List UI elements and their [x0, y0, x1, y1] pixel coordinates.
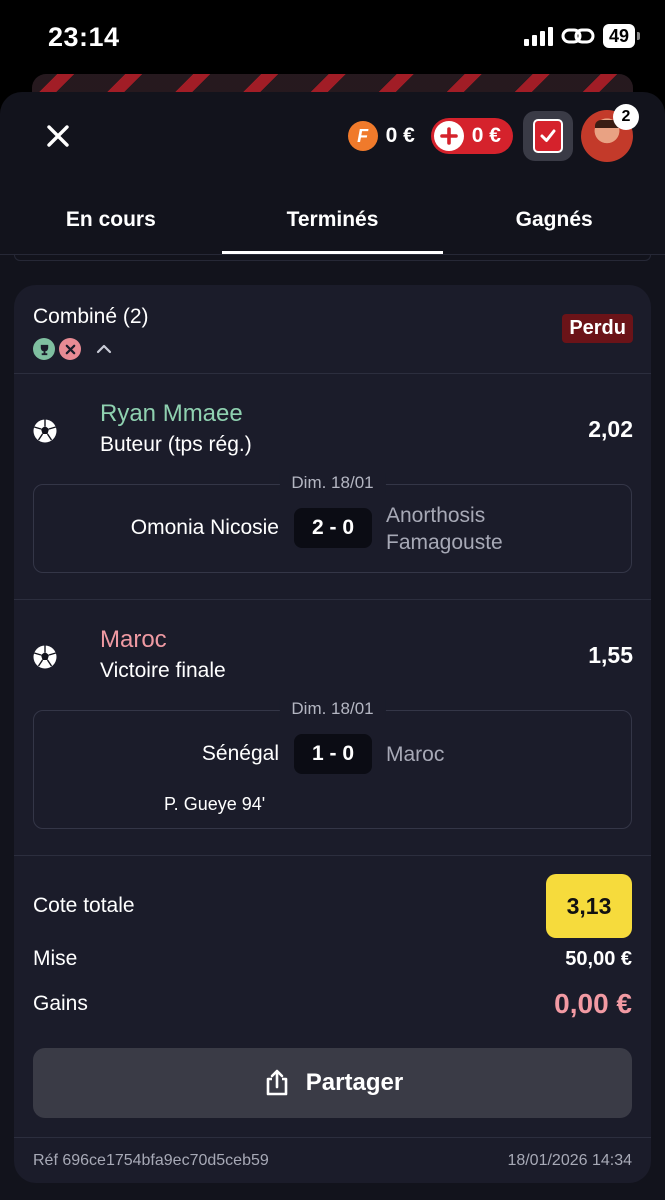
bet-card[interactable]: Combiné (2) Perdu Ryan Mmaee Buteur (tps…	[14, 285, 651, 1183]
stake-label: Mise	[33, 947, 78, 970]
selection-odds: 1,55	[588, 642, 633, 668]
selection-odds: 2,02	[588, 416, 633, 442]
goal-scorer: P. Gueye 94'	[164, 794, 266, 814]
gains-label: Gains	[33, 992, 88, 1015]
battery-icon: 49	[602, 24, 641, 48]
status-time: 23:14	[48, 22, 120, 52]
trophy-icon	[33, 338, 55, 360]
share-icon	[266, 1069, 288, 1096]
deposit-button[interactable]: 0 €	[430, 118, 513, 154]
gains-row: Gains 0,00 €	[33, 988, 632, 1020]
share-button[interactable]: Partager	[33, 1048, 632, 1118]
total-odds-value: 3,13	[546, 874, 632, 938]
status-badge: Perdu	[562, 314, 633, 343]
football-icon	[33, 419, 57, 443]
tab-en-cours[interactable]: En cours	[0, 190, 222, 254]
bets-check-icon	[533, 119, 563, 153]
match-date: Dim. 18/01	[279, 699, 386, 719]
f-coin-icon: F	[347, 121, 378, 151]
bet-card-footer: Réf 696ce1754bfa9ec70d5ceb59 18/01/2026 …	[14, 1137, 651, 1183]
plus-icon	[433, 121, 464, 151]
selection-item: Ryan Mmaee Buteur (tps rég.) 2,02 Dim. 1…	[14, 374, 651, 600]
status-bar: 23:14 49	[0, 0, 665, 76]
bet-card-header[interactable]: Combiné (2) Perdu	[14, 285, 651, 374]
selection-market: Victoire finale	[100, 659, 226, 682]
header-actions: F 0 € 0 € 2	[347, 104, 639, 162]
away-team: Maroc	[386, 743, 445, 766]
profile-button[interactable]: 2	[581, 104, 639, 162]
signal-icon	[523, 26, 553, 46]
gains-value: 0,00 €	[554, 988, 632, 1019]
home-team: Sénégal	[201, 742, 279, 765]
link-icon	[561, 28, 595, 44]
stake-value: 50,00 €	[565, 947, 632, 970]
wallet-balance[interactable]: 0 €	[386, 124, 415, 148]
chevron-up-icon[interactable]	[95, 340, 113, 358]
match-box[interactable]: Dim. 18/01 Sénégal 1 - 0 Maroc P. Gueye …	[33, 699, 632, 829]
match-date: Dim. 18/01	[279, 473, 386, 493]
match-box[interactable]: Dim. 18/01 Omonia Nicosie 2 - 0 Anorthos…	[33, 473, 632, 573]
total-odds-label: Cote totale	[33, 894, 135, 917]
tab-termines[interactable]: Terminés	[221, 190, 444, 254]
total-odds-row: Cote totale 3,13	[33, 874, 632, 938]
deposit-balance: 0 €	[471, 124, 501, 147]
match-score: 1 - 0	[294, 734, 372, 774]
selection-market: Buteur (tps rég.)	[100, 433, 252, 456]
selection-name: Ryan Mmaee	[100, 400, 243, 427]
bet-datetime: 18/01/2026 14:34	[507, 1152, 632, 1169]
share-label: Partager	[305, 1069, 404, 1096]
bet-reference: Réf 696ce1754bfa9ec70d5ceb59	[33, 1152, 269, 1169]
away-team: Anorthosis Famagouste	[386, 504, 503, 554]
notification-badge: 2	[613, 104, 639, 130]
close-icon	[47, 125, 69, 147]
close-button[interactable]	[38, 116, 78, 156]
cross-icon	[59, 338, 81, 360]
match-score: 2 - 0	[294, 508, 372, 548]
bets-sheet: F 0 € 0 € 2 En cours Terminés Gagnés Com…	[0, 92, 665, 1200]
selection-name: Maroc	[100, 626, 167, 653]
bets-tabs: En cours Terminés Gagnés	[0, 190, 665, 254]
tab-gagnes[interactable]: Gagnés	[443, 190, 665, 254]
status-icons: 49	[523, 24, 641, 48]
previous-card-edge	[14, 255, 651, 261]
home-team: Omonia Nicosie	[130, 516, 279, 539]
football-icon	[33, 645, 57, 669]
bet-type-title: Combiné (2)	[33, 305, 149, 328]
stake-row: Mise 50,00 €	[33, 947, 632, 971]
selection-results	[33, 338, 113, 360]
selection-item: Maroc Victoire finale 1,55 Dim. 18/01 Sé…	[14, 600, 651, 856]
my-bets-button[interactable]	[523, 111, 573, 161]
